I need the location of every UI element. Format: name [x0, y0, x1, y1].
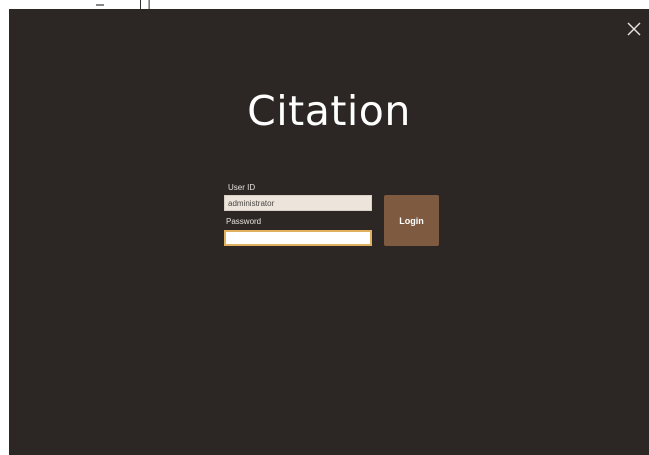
- userid-label: User ID: [228, 183, 256, 192]
- close-icon: [627, 22, 641, 36]
- window-title-strip: ⎯ ⎕: [0, 0, 649, 12]
- login-window: Citation User ID Password Login: [9, 9, 649, 455]
- citation-logo: Citation: [247, 87, 411, 135]
- userid-input[interactable]: [224, 195, 372, 211]
- password-label: Password: [226, 217, 262, 226]
- login-button[interactable]: Login: [384, 195, 439, 246]
- password-input[interactable]: [224, 230, 372, 246]
- close-button[interactable]: [625, 20, 643, 38]
